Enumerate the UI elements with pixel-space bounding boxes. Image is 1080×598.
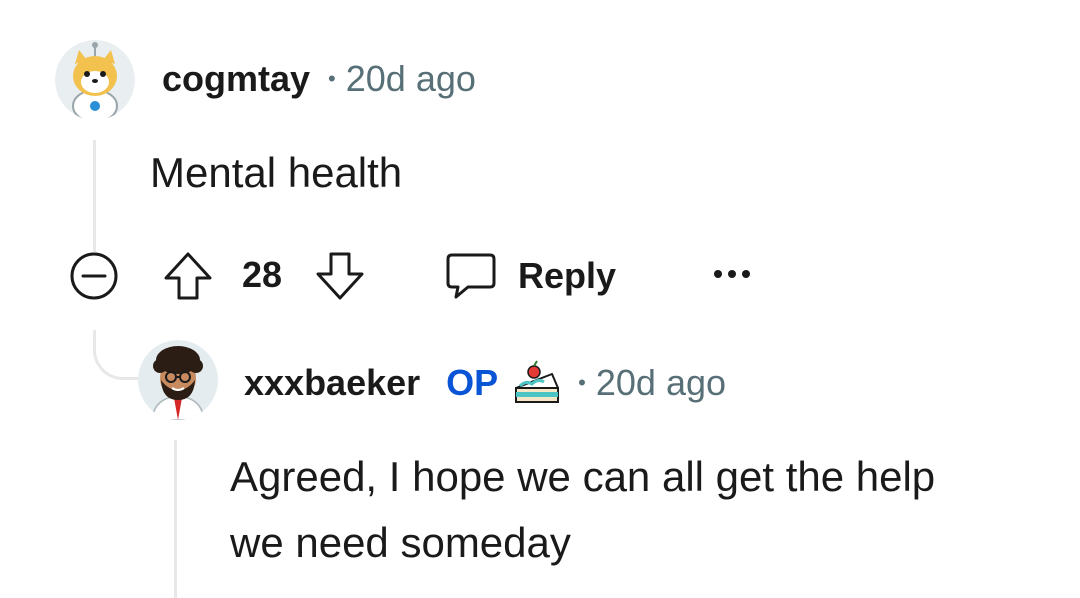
downvote-button[interactable] — [312, 248, 368, 304]
comment-body: Agreed, I hope we can all get the help w… — [230, 444, 935, 576]
speech-bubble-icon — [446, 253, 496, 299]
timestamp[interactable]: 20d ago — [596, 362, 726, 404]
thread-line — [93, 140, 96, 252]
more-options-button[interactable] — [710, 262, 754, 286]
thread-line-reply — [174, 440, 177, 598]
op-badge: OP — [446, 362, 499, 403]
username[interactable]: cogmtay — [162, 58, 310, 100]
reply-label: Reply — [518, 255, 617, 296]
thread-connector — [93, 330, 139, 380]
separator-dot: • — [578, 370, 586, 395]
minus-circle-icon — [70, 252, 118, 300]
comment-body-line: Agreed, I hope we can all get the help — [230, 453, 936, 500]
cake-slice-icon — [512, 358, 562, 408]
timestamp[interactable]: 20d ago — [346, 58, 476, 100]
reply-button[interactable]: Reply — [444, 248, 616, 304]
doge-astronaut-avatar-icon — [55, 40, 135, 120]
ellipsis-icon — [714, 270, 750, 278]
arrow-up-icon — [164, 252, 212, 300]
collapse-button[interactable] — [68, 250, 120, 302]
comment-header: cogmtay • 20d ago — [162, 56, 476, 102]
avatar[interactable] — [138, 340, 218, 420]
username[interactable]: xxxbaeker — [244, 362, 420, 404]
separator-dot: • — [328, 66, 336, 91]
comment-body: Mental health — [150, 149, 403, 196]
upvote-button[interactable] — [160, 248, 216, 304]
vote-score: 28 — [242, 254, 283, 295]
comment-body-line: we need someday — [230, 519, 571, 566]
bearded-man-avatar-icon — [138, 340, 218, 420]
arrow-down-icon — [316, 252, 364, 300]
comment-header: xxxbaeker OP • 20d ago — [244, 360, 726, 406]
avatar[interactable] — [55, 40, 135, 120]
